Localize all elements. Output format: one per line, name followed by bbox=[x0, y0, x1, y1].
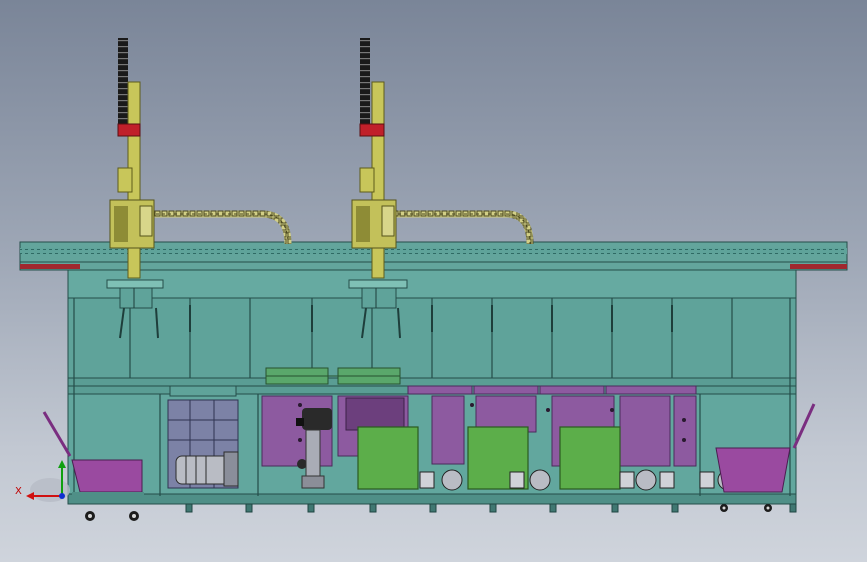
cad-viewport[interactable]: X bbox=[0, 0, 867, 562]
pump-motor bbox=[167, 385, 239, 489]
machine-drawing bbox=[19, 38, 848, 521]
cable-chain-right bbox=[392, 210, 534, 245]
cable-chain-left bbox=[150, 210, 292, 245]
control-boxes bbox=[357, 426, 621, 490]
x-axis-label: X bbox=[15, 486, 22, 497]
coordinate-triad bbox=[26, 460, 70, 502]
